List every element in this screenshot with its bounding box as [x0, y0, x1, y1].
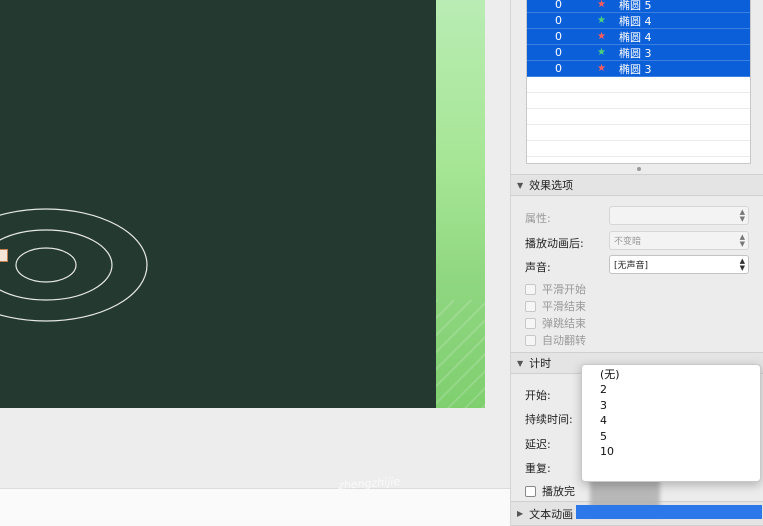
dropdown-option[interactable]: (无) — [582, 367, 760, 382]
duration-label: 持续时间: — [525, 413, 573, 426]
attribute-select[interactable]: ▲ ▼ — [609, 206, 749, 225]
dropdown-option[interactable]: 4 — [582, 413, 760, 428]
checkbox-label: 弹跳结束 — [542, 317, 586, 330]
animation-order: 0 — [555, 14, 562, 27]
animation-entry-icon: ★ — [597, 63, 606, 74]
animation-list-row[interactable]: 0 ★ 椭圆 5 — [527, 0, 750, 13]
attribute-label: 属性: — [525, 212, 551, 225]
list-resize-handle[interactable] — [637, 167, 641, 171]
checkbox-label: 平滑结束 — [542, 300, 586, 313]
disclosure-triangle-icon: ▼ — [517, 358, 524, 368]
animation-target-name: 椭圆 3 — [619, 62, 652, 76]
start-label: 开始: — [525, 389, 551, 402]
empty-list-row — [527, 125, 750, 141]
sound-value: [无声音] — [614, 261, 649, 271]
after-play-select[interactable]: 不变暗 ▲ ▼ — [609, 231, 749, 250]
bounce-end-checkbox[interactable]: 弹跳结束 — [525, 315, 586, 331]
concentric-ellipses[interactable] — [0, 0, 438, 408]
sound-select[interactable]: [无声音] ▲ ▼ — [609, 255, 749, 274]
repeat-label: 重复: — [525, 462, 551, 475]
animation-target-name: 椭圆 5 — [619, 0, 652, 12]
checkbox-label: 自动翻转 — [542, 334, 586, 347]
animation-target-name: 椭圆 4 — [619, 14, 652, 28]
animation-target-name: 椭圆 3 — [619, 46, 652, 60]
ellipse-inner[interactable] — [15, 247, 77, 283]
after-play-label: 播放动画后: — [525, 237, 584, 250]
checkbox-box[interactable] — [525, 317, 536, 329]
sound-label: 声音: — [525, 261, 551, 274]
dropdown-option[interactable]: 10 — [582, 444, 760, 459]
dropdown-option[interactable]: 5 — [582, 429, 760, 444]
ellipse-outer[interactable] — [0, 208, 148, 322]
smooth-start-checkbox[interactable]: 平滑开始 — [525, 281, 586, 297]
empty-list-row — [527, 93, 750, 109]
section-title: 计时 — [529, 357, 552, 370]
animation-order-list[interactable]: 0 ★ 椭圆 5 0 ★ 椭圆 4 0 ★ 椭圆 4 0 ★ 椭圆 3 0 ★ — [526, 0, 751, 164]
animation-tag-marker[interactable] — [0, 249, 8, 262]
auto-reverse-checkbox[interactable]: 自动翻转 — [525, 332, 586, 348]
animation-move-icon: ★ — [597, 47, 606, 58]
section-title: 效果选项 — [529, 179, 574, 192]
dropdown-option[interactable]: 3 — [582, 398, 760, 413]
slide-canvas[interactable] — [0, 0, 438, 408]
slide-editor-area — [0, 0, 510, 526]
checkbox-box[interactable] — [525, 300, 536, 312]
animation-list-row[interactable]: 0 ★ 椭圆 3 — [527, 45, 750, 61]
select-arrows-icon: ▲ ▼ — [739, 233, 745, 248]
empty-list-row — [527, 77, 750, 93]
disclosure-triangle-icon: ▼ — [517, 180, 524, 190]
animation-order: 0 — [555, 46, 562, 59]
play-checkbox[interactable]: 播放完 — [525, 483, 575, 499]
animation-entry-icon: ★ — [597, 0, 606, 10]
checkbox-box[interactable] — [525, 334, 536, 346]
empty-list-row — [527, 141, 750, 157]
animation-entry-icon: ★ — [597, 31, 606, 42]
animation-target-name: 椭圆 4 — [619, 30, 652, 44]
animation-order: 0 — [555, 0, 562, 11]
checkbox-box[interactable] — [525, 283, 536, 295]
select-arrows-icon: ▲ ▼ — [739, 208, 745, 223]
smooth-end-checkbox[interactable]: 平滑结束 — [525, 298, 586, 314]
after-play-value: 不变暗 — [614, 237, 642, 247]
ellipse-middle[interactable] — [0, 229, 113, 301]
checkbox-box[interactable] — [525, 485, 536, 497]
effect-options-header[interactable]: ▼ 效果选项 — [511, 174, 763, 196]
next-slide-preview-edge — [436, 0, 485, 408]
select-arrows-icon: ▲ ▼ — [739, 257, 745, 272]
blurred-highlight — [576, 505, 762, 519]
animation-order: 0 — [555, 30, 562, 43]
repeat-dropdown-menu[interactable]: (无) 2 3 4 5 10 — [581, 364, 761, 482]
animation-move-icon: ★ — [597, 15, 606, 26]
app-window: 0 ★ 椭圆 5 0 ★ 椭圆 4 0 ★ 椭圆 4 0 ★ 椭圆 3 0 ★ — [0, 0, 763, 526]
empty-list-row — [527, 109, 750, 125]
animation-list-row[interactable]: 0 ★ 椭圆 4 — [527, 29, 750, 45]
checkbox-label: 平滑开始 — [542, 283, 586, 296]
animation-list-row[interactable]: 0 ★ 椭圆 4 — [527, 13, 750, 29]
animation-list-row[interactable]: 0 ★ 椭圆 3 — [527, 61, 750, 77]
dropdown-option[interactable]: 2 — [582, 382, 760, 397]
notes-strip — [0, 488, 510, 526]
disclosure-triangle-right-icon: ▶ — [517, 509, 524, 518]
section-title: 文本动画 — [529, 507, 574, 521]
checkbox-label: 播放完 — [542, 485, 575, 498]
animation-order: 0 — [555, 62, 562, 75]
delay-label: 延迟: — [525, 438, 551, 451]
